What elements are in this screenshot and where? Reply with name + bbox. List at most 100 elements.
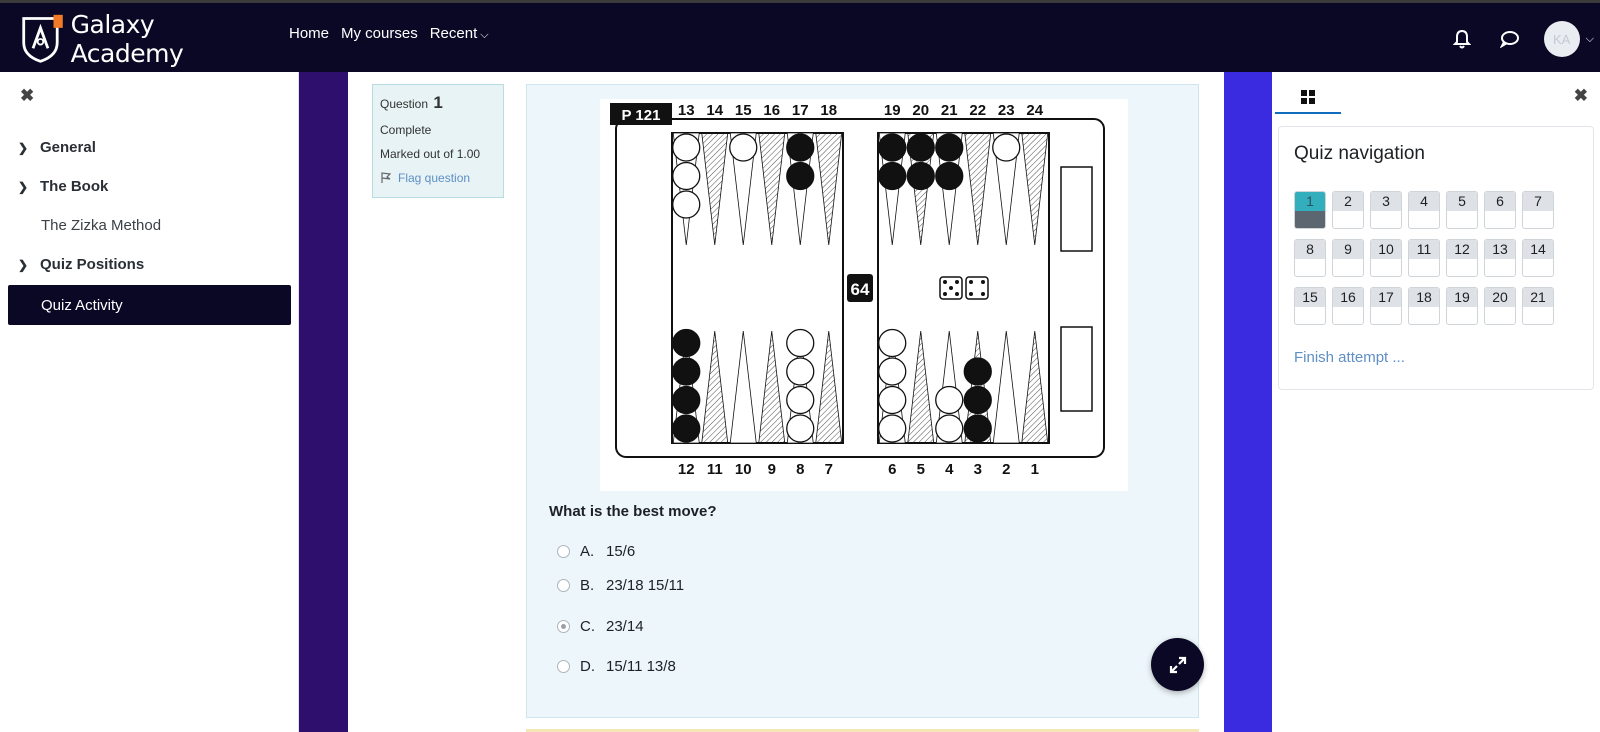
expand-button[interactable] — [1151, 638, 1204, 691]
question-nav-number: 17 — [1371, 288, 1401, 307]
black-checker — [935, 133, 964, 162]
question-nav-button[interactable]: 6 — [1484, 191, 1516, 229]
top-point-label: 16 — [763, 102, 780, 119]
answer-text: 23/14 — [606, 618, 644, 635]
die-pip — [943, 292, 947, 296]
question-nav-button[interactable]: 15 — [1294, 287, 1326, 325]
flag-question-link[interactable]: Flag question — [380, 171, 496, 185]
finish-attempt-link[interactable]: Finish attempt ... — [1294, 349, 1405, 366]
chevron-down-icon: ⌵ — [480, 29, 489, 41]
bottom-point-label: 6 — [888, 461, 896, 478]
answer-radio[interactable] — [557, 579, 570, 592]
question-nav-number: 14 — [1523, 240, 1553, 259]
question-number: Question 1 — [380, 93, 496, 113]
section-quiz-positions[interactable]: ❯ Quiz Positions — [0, 245, 299, 284]
flag-question-label: Flag question — [398, 171, 471, 185]
course-index-drawer: ✖ ❯ General ❯ The Book The Zizka Method … — [0, 72, 299, 732]
nav-my-courses[interactable]: My courses — [341, 25, 418, 42]
flag-icon — [381, 172, 392, 183]
user-menu-chevron-icon[interactable]: ⌵ — [1586, 33, 1594, 46]
left-page-band — [299, 72, 348, 732]
question-nav-button[interactable]: 7 — [1522, 191, 1554, 229]
bottom-point-label: 4 — [945, 461, 954, 478]
chevron-down-icon: ❯ — [18, 179, 29, 194]
black-checker — [672, 357, 701, 386]
top-point-label: 24 — [1026, 102, 1043, 119]
die — [965, 276, 989, 300]
white-checker — [786, 357, 815, 386]
bottom-point-label: 5 — [917, 461, 925, 478]
question-nav-button[interactable]: 12 — [1446, 239, 1478, 277]
question-nav-button[interactable]: 18 — [1408, 287, 1440, 325]
close-drawer-icon[interactable]: ✖ — [1574, 86, 1588, 106]
section-the-book[interactable]: ❯ The Book — [0, 167, 299, 206]
section-general[interactable]: ❯ General — [0, 128, 299, 167]
answer-radio-selected[interactable] — [557, 620, 570, 633]
top-point-label: 15 — [735, 102, 752, 119]
section-label: Quiz Positions — [40, 256, 145, 273]
user-avatar[interactable]: KA — [1543, 21, 1580, 57]
die-pip — [955, 292, 959, 296]
answer-option-d[interactable]: D. 15/11 13/8 — [557, 658, 676, 675]
activity-quiz-activity[interactable]: Quiz Activity — [8, 285, 291, 325]
question-nav-button[interactable]: 21 — [1522, 287, 1554, 325]
notification-bell-icon[interactable] — [1442, 19, 1482, 59]
question-nav-button[interactable]: 3 — [1370, 191, 1402, 229]
answer-letter: C. — [580, 618, 595, 635]
blocks-tab[interactable] — [1275, 82, 1341, 114]
answer-option-a[interactable]: A. 15/6 — [557, 543, 635, 560]
quiz-navigation-title: Quiz navigation — [1294, 143, 1425, 164]
question-nav-button[interactable]: 13 — [1484, 239, 1516, 277]
die-pip — [969, 292, 973, 296]
answer-option-b[interactable]: B. 23/18 15/11 — [557, 577, 684, 594]
die-pip — [949, 286, 953, 290]
nav-recent[interactable]: Recent ⌵ — [430, 25, 489, 42]
question-nav-button[interactable]: 9 — [1332, 239, 1364, 277]
close-course-index-icon[interactable]: ✖ — [20, 86, 34, 106]
question-nav-button[interactable]: 17 — [1370, 287, 1402, 325]
question-nav-number: 10 — [1371, 240, 1401, 259]
question-nav-button[interactable]: 4 — [1408, 191, 1440, 229]
black-checker — [786, 161, 815, 191]
black-checker — [672, 414, 701, 443]
messages-icon[interactable] — [1490, 19, 1530, 59]
answer-radio[interactable] — [557, 660, 570, 673]
section-label: General — [40, 139, 96, 156]
black-checker — [878, 133, 907, 162]
question-nav-button[interactable]: 16 — [1332, 287, 1364, 325]
question-nav-number: 19 — [1447, 288, 1477, 307]
question-nav-number: 20 — [1485, 288, 1515, 307]
question-nav-button[interactable]: 1 — [1294, 191, 1326, 229]
main-content: Question 1 Complete Marked out of 1.00 F… — [348, 72, 1224, 732]
bottom-point-label: 8 — [796, 461, 804, 478]
white-checker — [935, 414, 964, 443]
activity-zizka-method[interactable]: The Zizka Method — [0, 206, 299, 245]
nav-home[interactable]: Home — [289, 25, 329, 42]
white-checker — [786, 328, 815, 358]
question-nav-number: 4 — [1409, 192, 1439, 211]
answer-option-c[interactable]: C. 23/14 — [557, 618, 644, 635]
answer-radio[interactable] — [557, 545, 570, 558]
question-nav-number: 8 — [1295, 240, 1325, 259]
question-nav-button[interactable]: 14 — [1522, 239, 1554, 277]
question-nav-button[interactable]: 2 — [1332, 191, 1364, 229]
black-checker — [786, 133, 815, 162]
site-logo[interactable]: Galaxy Academy — [20, 10, 260, 68]
question-nav-button[interactable]: 20 — [1484, 287, 1516, 325]
question-nav-number: 21 — [1523, 288, 1553, 307]
question-nav-number: 11 — [1409, 240, 1439, 259]
white-checker — [878, 414, 907, 443]
question-nav-button[interactable]: 8 — [1294, 239, 1326, 277]
question-nav-button[interactable]: 11 — [1408, 239, 1440, 277]
black-checker — [963, 385, 992, 415]
question-nav-button[interactable]: 5 — [1446, 191, 1478, 229]
backgammon-board-image: 13 14 15 16 17 18 19 20 21 22 23 24 12 11 10 9 8 7 6 5 4 3 2 1 P… — [600, 99, 1128, 491]
die-pip — [981, 292, 985, 296]
question-nav-button[interactable]: 19 — [1446, 287, 1478, 325]
shield-logo-icon — [22, 14, 63, 63]
doubling-cube-value: 64 — [851, 280, 870, 299]
question-nav-button[interactable]: 10 — [1370, 239, 1402, 277]
top-point-label: 13 — [678, 102, 695, 119]
top-point-label: 20 — [912, 102, 929, 119]
question-nav-number: 2 — [1333, 192, 1363, 211]
